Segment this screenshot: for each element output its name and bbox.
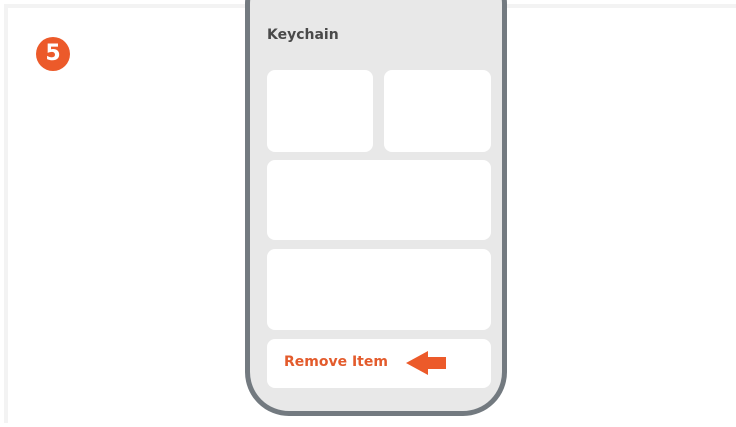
frame-left-border — [4, 4, 8, 423]
keychain-item-card[interactable] — [267, 160, 491, 240]
screen-title: Keychain — [267, 27, 339, 43]
remove-item-label: Remove Item — [284, 354, 388, 370]
keychain-item-card[interactable] — [384, 70, 491, 152]
keychain-item-card[interactable] — [267, 70, 373, 152]
step-number-badge: 5 — [36, 37, 70, 71]
keychain-item-card[interactable] — [267, 249, 491, 330]
left-arrow-icon — [406, 351, 446, 375]
remove-item-button[interactable]: Remove Item — [267, 339, 491, 388]
